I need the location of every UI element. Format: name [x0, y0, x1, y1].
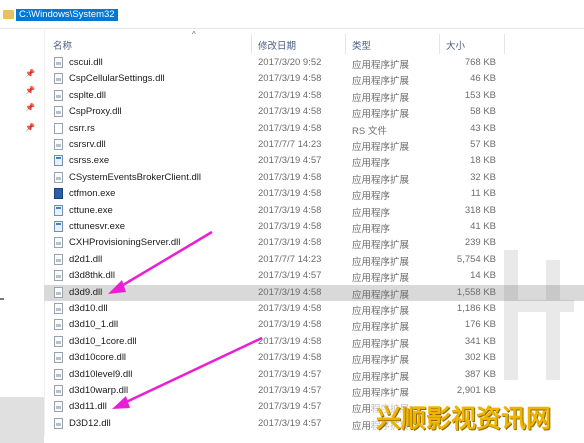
site-watermark: 兴顺影视资讯网	[372, 396, 584, 436]
watermark-text: 兴顺影视资讯网	[376, 404, 552, 433]
arrow-to-d3d11	[112, 336, 263, 409]
annotation-arrows	[108, 230, 263, 409]
arrow-to-d3d9	[108, 230, 213, 294]
